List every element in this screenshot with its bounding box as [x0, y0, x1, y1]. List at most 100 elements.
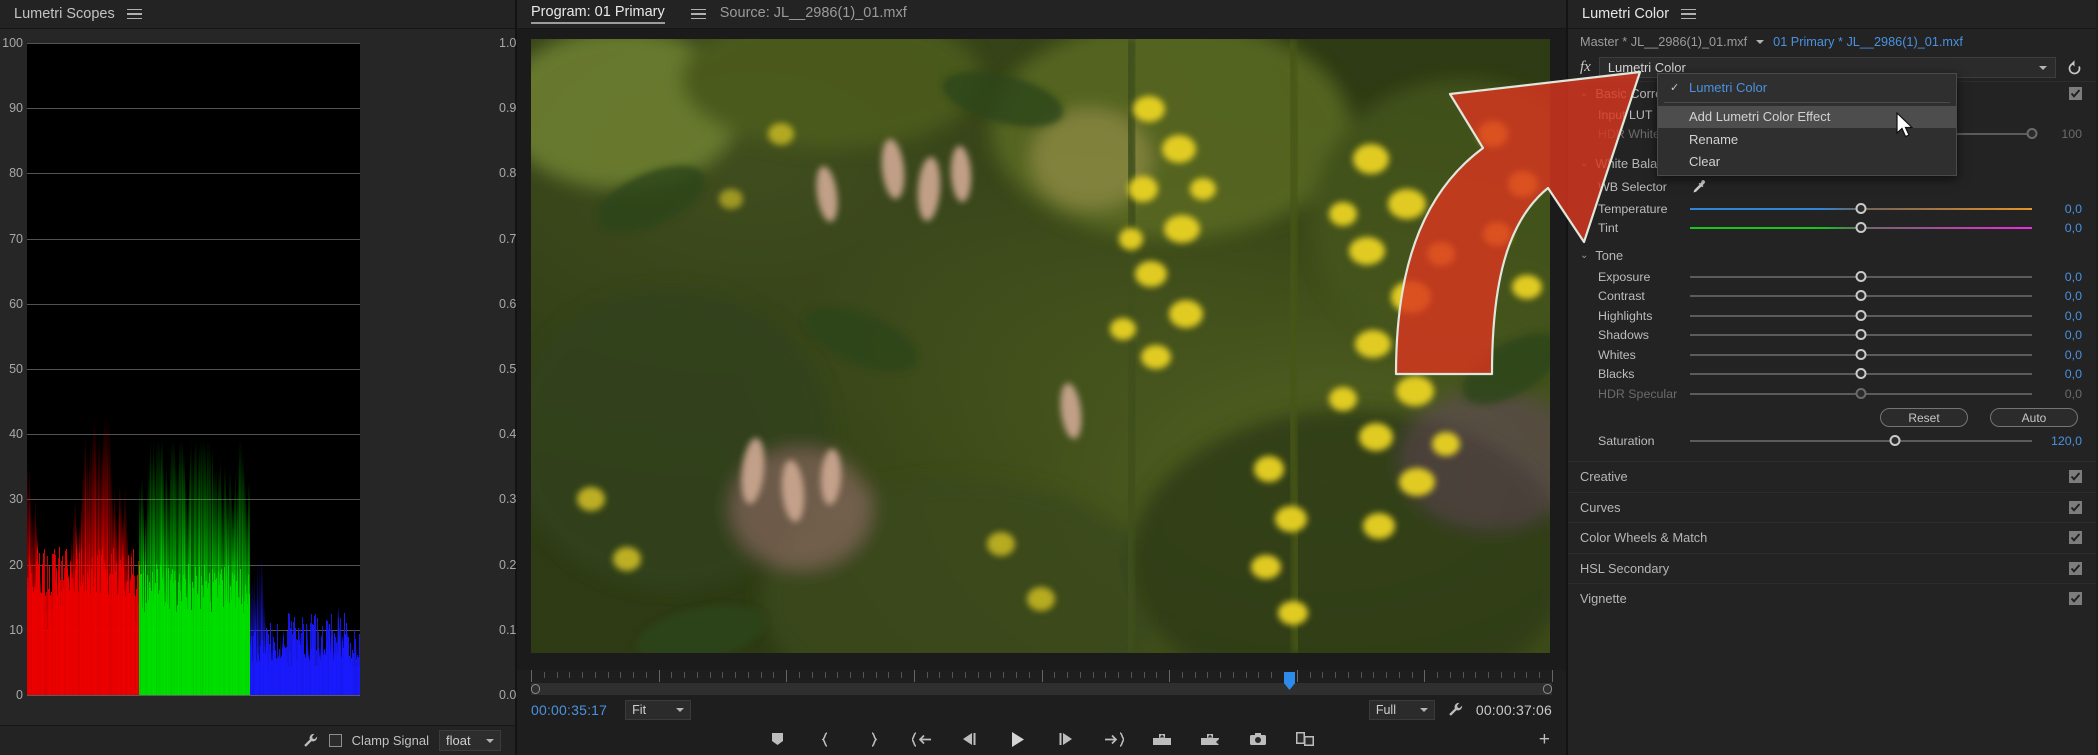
tab-source-clip[interactable]: Source: JL__2986(1)_01.mxf: [720, 5, 907, 23]
temperature-slider[interactable]: [1690, 202, 2032, 216]
vignette-checkbox[interactable]: [2069, 592, 2082, 606]
reset-icon[interactable]: [2064, 58, 2084, 78]
chevron-down-icon: ⌄: [1580, 249, 1589, 261]
basic-correction-checkbox[interactable]: [2069, 87, 2082, 100]
section-color-wheels-match[interactable]: Color Wheels & Match: [1568, 522, 2096, 553]
slider-knob[interactable]: [1855, 348, 1867, 360]
comparison-view-button[interactable]: [1295, 730, 1317, 748]
chevron-down-icon: [486, 738, 494, 743]
hdr-specular-slider[interactable]: [1690, 387, 2032, 401]
gridline: [27, 695, 360, 696]
add-marker-button[interactable]: [767, 730, 789, 748]
contrast-slider[interactable]: [1690, 289, 2032, 303]
step-back-button[interactable]: [959, 730, 981, 748]
section-hsl-secondary[interactable]: HSL Secondary: [1568, 552, 2096, 584]
highlights-slider[interactable]: [1690, 309, 2032, 323]
menu-item-rename[interactable]: Rename: [1658, 128, 1956, 151]
creative-checkbox[interactable]: [2069, 470, 2082, 484]
shadows-value[interactable]: 0,0: [2042, 328, 2096, 342]
eyedropper-icon[interactable]: [1690, 179, 1707, 196]
temperature-value[interactable]: 0,0: [2042, 202, 2096, 216]
precision-select[interactable]: float: [439, 730, 501, 751]
slider-knob[interactable]: [1855, 202, 1867, 214]
rgb-parade-waveform[interactable]: [27, 43, 360, 696]
auto-button[interactable]: Auto: [1990, 408, 2078, 427]
param-contrast: Contrast 0,0: [1568, 287, 2096, 307]
lift-button[interactable]: [1151, 730, 1173, 748]
section-curves[interactable]: Curves: [1568, 491, 2096, 523]
highlights-value[interactable]: 0,0: [2042, 309, 2096, 323]
go-to-in-button[interactable]: [911, 730, 933, 748]
slider-knob[interactable]: [1855, 222, 1867, 234]
play-stop-button[interactable]: [1007, 730, 1029, 748]
slider-knob[interactable]: [1855, 309, 1867, 321]
exposure-slider[interactable]: [1690, 270, 2032, 284]
go-to-out-button[interactable]: [1103, 730, 1125, 748]
chevron-down-icon[interactable]: [1756, 39, 1765, 44]
current-timecode[interactable]: 00:00:35:17: [531, 702, 607, 718]
master-clip-label[interactable]: Master * JL__2986(1)_01.mxf: [1580, 35, 1747, 49]
slider-knob[interactable]: [1855, 329, 1867, 341]
scopes-body[interactable]: 100 90 80 70 60 50 40 30 20 10 0 1.0 0.9 0.8 0.7 0.6 0.…: [0, 29, 517, 725]
tab-program-01-primary[interactable]: Program: 01 Primary: [531, 4, 665, 24]
axis-tick: 1.0: [499, 36, 517, 50]
menu-item-lumetri-color[interactable]: ✓ Lumetri Color: [1658, 76, 1956, 99]
hsl-secondary-checkbox[interactable]: [2069, 561, 2082, 575]
clamp-signal-checkbox[interactable]: [328, 734, 342, 747]
hdr-white-value[interactable]: 100: [2042, 127, 2096, 141]
video-preview[interactable]: [531, 39, 1550, 653]
playhead[interactable]: [1284, 672, 1295, 690]
in-point-handle[interactable]: [531, 684, 540, 694]
shadows-slider[interactable]: [1690, 328, 2032, 342]
time-ruler[interactable]: [517, 670, 1566, 696]
hdr-specular-value[interactable]: 0,0: [2042, 387, 2096, 401]
color-wheels-match-checkbox[interactable]: [2069, 531, 2082, 545]
curves-checkbox[interactable]: [2069, 500, 2082, 514]
reset-button[interactable]: Reset: [1880, 408, 1968, 427]
work-area-bar[interactable]: [531, 672, 1552, 695]
whites-slider[interactable]: [1690, 348, 2032, 362]
blacks-slider[interactable]: [1690, 367, 2032, 381]
section-vignette[interactable]: Vignette: [1568, 583, 2096, 614]
menu-item-add-lumetri-color-effect[interactable]: Add Lumetri Color Effect: [1658, 105, 1956, 128]
tint-value[interactable]: 0,0: [2042, 221, 2096, 235]
wrench-icon[interactable]: [302, 732, 319, 749]
monitor-right-controls: Full 00:00:37:06: [1368, 699, 1552, 720]
scopes-footer: Clamp Signal float: [0, 725, 515, 755]
section-tone[interactable]: ⌄ Tone: [1568, 243, 2096, 267]
slider-knob[interactable]: [1855, 270, 1867, 282]
export-frame-button[interactable]: [1247, 730, 1269, 748]
active-clip-label[interactable]: 01 Primary * JL__2986(1)_01.mxf: [1773, 35, 1963, 49]
playback-resolution-select[interactable]: Full: [1368, 699, 1435, 720]
blacks-value[interactable]: 0,0: [2042, 367, 2096, 381]
lumetri-scopes-panel: Lumetri Scopes 100 90 80 70 60 50 40 30 20 10 0 1.…: [0, 0, 517, 755]
extract-button[interactable]: [1199, 730, 1221, 748]
zoom-level-select[interactable]: Fit: [625, 699, 692, 720]
wrench-icon[interactable]: [1447, 701, 1464, 718]
step-forward-button[interactable]: [1055, 730, 1077, 748]
mark-in-button[interactable]: [815, 730, 837, 748]
tint-slider[interactable]: [1690, 221, 2032, 235]
section-creative[interactable]: Creative: [1568, 461, 2096, 492]
saturation-slider[interactable]: [1690, 434, 2032, 448]
hamburger-icon[interactable]: [126, 8, 142, 20]
hamburger-icon[interactable]: [690, 8, 706, 20]
section-label: Creative: [1580, 469, 1628, 485]
slider-knob[interactable]: [1889, 435, 1901, 447]
exposure-value[interactable]: 0,0: [2042, 270, 2096, 284]
program-monitor-panel: Program: 01 Primary Source: JL__2986(1)_…: [517, 0, 1568, 755]
slider-knob[interactable]: [1855, 368, 1867, 380]
out-point-handle[interactable]: [1543, 684, 1552, 694]
tint-label: Tint: [1598, 221, 1619, 236]
saturation-value[interactable]: 120,0: [2042, 434, 2096, 448]
slider-knob[interactable]: [1855, 387, 1867, 399]
menu-item-label: Rename: [1689, 131, 1739, 147]
contrast-value[interactable]: 0,0: [2042, 289, 2096, 303]
menu-item-clear[interactable]: Clear: [1658, 151, 1956, 174]
slider-knob[interactable]: [1855, 290, 1867, 302]
mark-out-button[interactable]: [863, 730, 885, 748]
hamburger-icon[interactable]: [1681, 8, 1697, 20]
button-editor-button[interactable]: +: [1539, 730, 1550, 749]
video-frame-image: [531, 39, 1550, 653]
whites-value[interactable]: 0,0: [2042, 348, 2096, 362]
